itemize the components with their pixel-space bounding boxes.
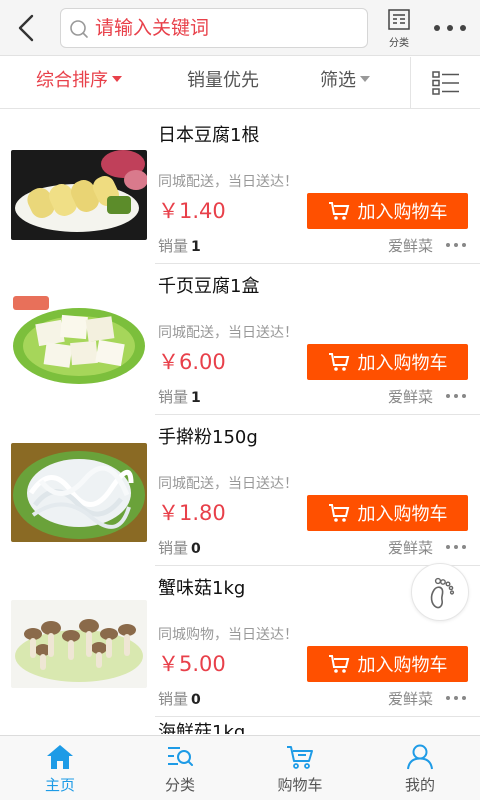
- add-to-cart-label: 加入购物车: [357, 202, 448, 223]
- product-image-mushrooms[interactable]: [11, 600, 147, 688]
- add-to-cart-button[interactable]: 加入购物车: [307, 495, 468, 531]
- product-item[interactable]: 千页豆腐1盒 同城配送，当日送达！ ￥6.00 加入购物车 销量 1 爱鲜菜: [0, 264, 480, 415]
- product-item[interactable]: 日本豆腐1根 同城配送，当日送达！ ￥1.40 加入购物车 销量 1 爱鲜菜: [0, 113, 480, 264]
- product-delivery-tag: 同城配送，当日送达！: [158, 476, 298, 492]
- product-more-button[interactable]: [445, 235, 467, 253]
- shop-name[interactable]: 爱鲜菜: [388, 537, 433, 558]
- product-delivery-tag: 同城配送，当日送达！: [158, 174, 298, 190]
- product-sales: 销量 1: [158, 386, 201, 407]
- nav-home[interactable]: 主页: [0, 736, 120, 800]
- noodles-image: [11, 443, 147, 542]
- sort-bar: 综合排序 销量优先 筛选: [0, 57, 480, 109]
- product-more-button[interactable]: [445, 537, 467, 555]
- tofu-slices-image: [11, 294, 147, 389]
- home-icon: [47, 745, 73, 769]
- nav-label: 购物车: [277, 776, 323, 794]
- cart-icon: [328, 655, 349, 673]
- product-item[interactable]: 蟹味菇1kg 同城购物，当日送达！ ￥5.00 加入购物车 销量 0 爱鲜菜: [0, 566, 480, 717]
- back-button[interactable]: [12, 12, 42, 44]
- top-header: 分类: [0, 0, 480, 56]
- sort-tab-label: 筛选: [320, 70, 356, 91]
- more-dots-icon: [446, 545, 466, 549]
- product-delivery-tag: 同城购物，当日送达！: [158, 627, 298, 643]
- tofu-rolls-image: [11, 150, 147, 240]
- product-item[interactable]: 手擀粉150g 同城配送，当日送达！ ￥1.80 加入购物车 销量 0 爱鲜菜: [0, 415, 480, 566]
- product-name-partial[interactable]: 海鲜菇1kg: [158, 722, 245, 734]
- add-to-cart-button[interactable]: 加入购物车: [307, 193, 468, 229]
- sort-tab-filter[interactable]: 筛选: [320, 57, 370, 109]
- add-to-cart-label: 加入购物车: [357, 353, 448, 374]
- product-image-tofu-slices[interactable]: [11, 294, 147, 389]
- product-sales: 销量 1: [158, 235, 201, 256]
- more-dots-icon: [434, 25, 466, 31]
- add-to-cart-button[interactable]: 加入购物车: [307, 344, 468, 380]
- shop-name[interactable]: 爱鲜菜: [388, 386, 433, 407]
- product-image-noodles[interactable]: [11, 443, 147, 542]
- list-document-icon: [388, 9, 410, 30]
- list-view-icon: [432, 71, 459, 95]
- bottom-nav: 主页 分类 购物车 我的: [0, 735, 480, 800]
- product-price: ￥6.00: [158, 350, 226, 374]
- product-name[interactable]: 千页豆腐1盒: [158, 272, 259, 298]
- cart-icon: [328, 504, 349, 522]
- caret-down-icon: [360, 76, 370, 82]
- product-sales: 销量 0: [158, 537, 201, 558]
- chevron-left-icon: [18, 14, 34, 42]
- product-more-button[interactable]: [445, 386, 467, 404]
- cart-icon: [328, 353, 349, 371]
- divider: [155, 716, 480, 717]
- sales-label: 销量: [158, 237, 189, 255]
- nav-cart[interactable]: 购物车: [240, 736, 360, 800]
- product-image-tofu-rolls[interactable]: [11, 150, 147, 240]
- search-icon: [70, 20, 88, 38]
- product-price: ￥1.40: [158, 199, 226, 223]
- nav-label: 主页: [44, 776, 75, 794]
- add-to-cart-label: 加入购物车: [357, 655, 448, 676]
- product-more-button[interactable]: [445, 688, 467, 706]
- mushrooms-image: [11, 600, 147, 688]
- more-dots-icon: [446, 394, 466, 398]
- category-button[interactable]: 分类: [382, 6, 416, 50]
- sales-count: 1: [191, 239, 201, 255]
- product-delivery-tag: 同城配送，当日送达！: [158, 325, 298, 341]
- category-label: 分类: [389, 38, 409, 49]
- cart-icon: [287, 746, 313, 769]
- cart-icon: [328, 202, 349, 220]
- sort-tab-label: 销量优先: [187, 70, 259, 91]
- sales-label: 销量: [158, 388, 189, 406]
- product-price: ￥5.00: [158, 652, 226, 676]
- add-to-cart-label: 加入购物车: [357, 504, 448, 525]
- sort-tab-comprehensive[interactable]: 综合排序: [36, 57, 122, 109]
- nav-profile[interactable]: 我的: [360, 736, 480, 800]
- footprint-icon: [430, 577, 455, 609]
- nav-label: 我的: [404, 776, 435, 794]
- product-sales: 销量 0: [158, 688, 201, 709]
- caret-down-icon: [112, 76, 122, 82]
- product-name[interactable]: 手擀粉150g: [158, 423, 258, 449]
- sales-label: 销量: [158, 539, 189, 557]
- footprint-history-button[interactable]: [411, 563, 469, 621]
- more-options-button[interactable]: [428, 12, 472, 44]
- search-input[interactable]: [95, 9, 363, 47]
- sales-count: 0: [191, 541, 201, 557]
- nav-label: 分类: [164, 776, 195, 794]
- sales-count: 0: [191, 692, 201, 708]
- search-box[interactable]: [60, 8, 368, 48]
- sort-tab-label: 综合排序: [36, 70, 108, 91]
- more-dots-icon: [446, 243, 466, 247]
- shop-name[interactable]: 爱鲜菜: [388, 235, 433, 256]
- product-name[interactable]: 日本豆腐1根: [158, 121, 259, 147]
- shop-name[interactable]: 爱鲜菜: [388, 688, 433, 709]
- product-price: ￥1.80: [158, 501, 226, 525]
- add-to-cart-button[interactable]: 加入购物车: [307, 646, 468, 682]
- sales-count: 1: [191, 390, 201, 406]
- more-dots-icon: [446, 696, 466, 700]
- nav-category[interactable]: 分类: [120, 736, 240, 800]
- product-name[interactable]: 蟹味菇1kg: [158, 574, 245, 600]
- view-toggle-button[interactable]: [410, 57, 480, 109]
- sort-tab-sales[interactable]: 销量优先: [187, 57, 259, 109]
- category-search-icon: [168, 747, 193, 766]
- user-icon: [407, 744, 433, 770]
- sales-label: 销量: [158, 690, 189, 708]
